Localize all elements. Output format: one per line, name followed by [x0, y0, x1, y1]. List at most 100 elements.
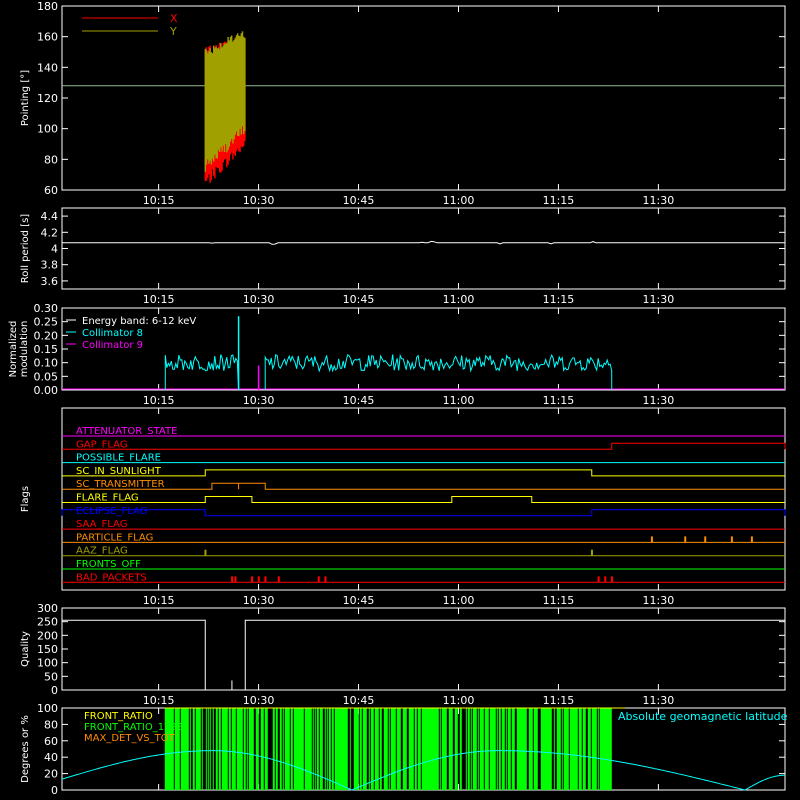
x-tick-label: 10:30	[243, 694, 275, 707]
x-tick-label: 10:45	[343, 594, 375, 607]
panel-group: 10:15 10:30 10:45 11:00 11:15 11:30 Pointing […	[8, 0, 788, 797]
panel-6: Degrees or % 0 20 40 60 80 100 FRONT_RATIOFRONT…	[20, 702, 788, 797]
y-tick-label: 80	[44, 153, 58, 166]
collimator-8-line	[164, 354, 240, 391]
flag-tick-particle_flag	[684, 536, 687, 543]
flag-label-particle_flag: PARTICLE_FLAG	[76, 532, 153, 543]
flag-tick-aaz_flag	[590, 549, 593, 556]
y-tick-label: 140	[37, 61, 58, 74]
flag-tick-bad_packets	[277, 576, 280, 583]
y-tick-label: 60	[44, 184, 58, 197]
x-tick-label: 11:00	[443, 594, 475, 607]
y-tick-label: 4.4	[41, 210, 59, 223]
x-tick-label: 11:30	[643, 293, 675, 306]
chart-canvas: 10:15 10:30 10:45 11:00 11:15 11:30 Pointing […	[0, 0, 800, 800]
panel-4: 10:15 10:30 10:45 11:00 11:15 11:30 Flags ATTEN…	[20, 407, 786, 607]
legend-label: FRONT_RATIO_1223	[84, 722, 183, 733]
x-tick-label: 10:30	[243, 594, 275, 607]
y-tick-label: 180	[37, 0, 58, 13]
flag-tick-bad_packets	[264, 576, 267, 583]
flag-line-sc_transmitter	[62, 482, 785, 490]
front-ratio-1223-bars	[164, 708, 612, 790]
flag-tick-bad_packets	[257, 576, 260, 583]
y-axis-label: Flags	[20, 486, 31, 512]
y-tick-label: 0.10	[34, 357, 59, 370]
panel-2: 10:15 10:30 10:45 11:00 11:15 11:30 Roll perio…	[20, 207, 786, 306]
y-tick-label: 20	[44, 768, 58, 781]
x-tick-label: 11:15	[543, 394, 575, 407]
x-tick-label: 11:15	[543, 194, 575, 207]
flag-line-flare_flag	[62, 496, 785, 503]
flag-label-eclipse_flag: ECLIPSE_FLAG	[76, 506, 147, 517]
flag-label-gap_flag: GAP_FLAG	[76, 439, 128, 450]
y-tick-label: 0.30	[34, 302, 59, 315]
y-tick-label: 160	[37, 31, 58, 44]
flag-tick-bad_packets	[324, 576, 327, 583]
legend-label: Absolute geomagnetic latitude	[618, 710, 788, 723]
flag-line-gap_flag	[62, 442, 786, 450]
quality-line	[62, 619, 785, 691]
x-tick-label: 11:00	[443, 694, 475, 707]
y-axis-label: Degrees or %	[20, 715, 31, 783]
legend-label: Energy band: 6-12 keV	[82, 316, 196, 327]
flag-tick-particle_flag	[704, 536, 707, 543]
y-axis-label: Roll period [s]	[20, 214, 31, 283]
y-tick-label: 100	[37, 702, 58, 715]
y-tick-label: 250	[37, 616, 58, 629]
flag-label-possible_flare: POSSIBLE_FLARE	[76, 453, 161, 464]
flag-tick-bad_packets	[317, 576, 320, 583]
x-tick-label: 11:15	[543, 694, 575, 707]
y-axis-label: Pointing [°]	[20, 70, 31, 126]
panel-3: 10:15 10:30 10:45 11:00 11:15 11:30 Normalized…	[8, 302, 786, 407]
flag-tick-bad_packets	[251, 576, 254, 583]
flag-label-flare_flag: FLARE_FLAG	[76, 493, 139, 504]
plot-frame	[61, 207, 786, 290]
x-tick-label: 11:15	[543, 293, 575, 306]
x-tick-label: 10:30	[243, 394, 275, 407]
y-tick-label: 0.15	[34, 343, 59, 356]
legend-label-x: X	[170, 12, 178, 25]
y-tick-label: 0	[51, 784, 58, 797]
flag-line-eclipse_flag	[61, 509, 786, 517]
flag-label-fronts_off: FRONTS_OFF	[76, 559, 141, 570]
y-tick-label: 80	[44, 718, 58, 731]
x-tick-label: 10:15	[143, 394, 175, 407]
flag-tick-bad_packets	[610, 576, 613, 583]
y-tick-label: 0.25	[34, 316, 59, 329]
flag-label-sc_transmitter: SC_TRANSMITTER	[76, 479, 165, 490]
x-tick-label: 11:30	[643, 194, 675, 207]
x-tick-label: 10:15	[143, 293, 175, 306]
x-tick-label: 10:30	[243, 293, 275, 306]
flag-label-sc_in_sunlight: SC_IN_SUNLIGHT	[76, 466, 162, 477]
y-tick-label: 100	[37, 123, 58, 136]
y-tick-label: 200	[37, 629, 58, 642]
panel-1: 10:15 10:30 10:45 11:00 11:15 11:30 Pointing […	[20, 0, 786, 207]
flag-tick-bad_packets	[597, 576, 600, 583]
y-tick-label: 100	[37, 657, 58, 670]
x-tick-label: 10:45	[343, 394, 375, 407]
x-tick-label: 11:30	[643, 394, 675, 407]
y-axis-label: modulation	[19, 321, 30, 378]
y-tick-label: 0.00	[34, 384, 59, 397]
y-tick-label: 150	[37, 643, 58, 656]
x-tick-label: 11:00	[443, 394, 475, 407]
flag-label-attenuator_state: ATTENUATOR_STATE	[76, 426, 177, 437]
y-tick-label: 60	[44, 735, 58, 748]
x-tick-label: 11:30	[643, 594, 675, 607]
legend-label: FRONT_RATIO	[84, 711, 153, 722]
y-tick-label: 4	[51, 243, 58, 256]
flag-tick-particle_flag	[730, 536, 733, 543]
y-tick-label: 3.8	[41, 259, 59, 272]
panel-5: 10:15 10:30 10:45 11:00 11:15 11:30 Quality 050…	[20, 602, 786, 707]
y-tick-label: 0	[51, 684, 58, 697]
x-tick-label: 10:45	[343, 293, 375, 306]
flag-tick-bad_packets	[604, 576, 607, 583]
x-tick-label: 11:15	[543, 594, 575, 607]
flag-label-bad_packets: BAD_PACKETS	[76, 572, 147, 583]
y-tick-label: 4.2	[41, 226, 59, 239]
flag-line-sc_in_sunlight	[62, 469, 785, 477]
y-tick-label: 0.20	[34, 329, 59, 342]
flag-tick-particle_flag	[650, 536, 653, 543]
flag-tick-bad_packets	[234, 576, 237, 583]
y-axis-label: Normalized	[8, 321, 19, 378]
